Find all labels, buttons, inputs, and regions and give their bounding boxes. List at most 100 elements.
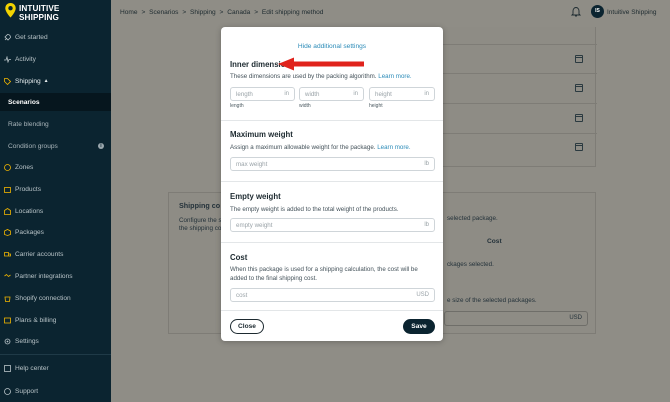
breadcrumb-scenarios[interactable]: Scenarios	[149, 9, 178, 16]
max-weight-input[interactable]: max weight lb	[230, 157, 435, 171]
empty-weight-unit: lb	[424, 222, 429, 228]
sidebar-item-rate-blending[interactable]: Rate blending	[0, 115, 111, 133]
sidebar-item-shopify-connection[interactable]: Shopify connection	[0, 289, 111, 307]
cost-unit: USD	[416, 292, 429, 298]
background-card-top	[439, 27, 597, 167]
brand-logo[interactable]: INTUITIVE SHIPPING	[5, 3, 105, 23]
sidebar-item-settings[interactable]: Settings	[0, 332, 111, 350]
annotation-arrow-icon	[278, 57, 364, 71]
width-input[interactable]: width in	[299, 87, 364, 101]
learn-more-link[interactable]: Learn more.	[377, 144, 410, 151]
close-button[interactable]: Close	[230, 319, 264, 334]
background-cost-header: Cost	[487, 238, 502, 245]
sidebar-item-packages[interactable]: Packages	[0, 223, 111, 241]
sidebar-item-scenarios[interactable]: Scenarios	[0, 93, 111, 111]
gear-icon	[4, 338, 11, 345]
breadcrumb-home[interactable]: Home	[120, 9, 138, 16]
empty-weight-title: Empty weight	[230, 192, 281, 201]
globe-icon	[4, 163, 11, 171]
background-cost-input[interactable]: USD	[444, 311, 588, 326]
section-divider	[221, 310, 443, 311]
calendar-icon[interactable]	[575, 114, 583, 122]
sidebar-item-label: Rate blending	[8, 120, 49, 128]
billing-icon	[4, 317, 11, 324]
breadcrumb-canada[interactable]: Canada	[227, 9, 250, 16]
save-button[interactable]: Save	[403, 319, 435, 334]
shopify-icon	[4, 295, 11, 302]
sidebar-item-label: Carrier accounts	[15, 250, 64, 258]
sidebar-item-plans-billing[interactable]: Plans & billing	[0, 311, 111, 329]
empty-weight-description: The empty weight is added to the total w…	[230, 206, 399, 213]
account-name[interactable]: Intuitive Shipping	[607, 9, 657, 16]
calendar-icon[interactable]	[575, 55, 583, 63]
bell-icon[interactable]	[570, 6, 582, 17]
sidebar-item-label: Shopify connection	[15, 294, 71, 302]
sidebar-item-label: Locations	[15, 207, 44, 215]
sidebar-item-label: Plans & billing	[15, 316, 57, 324]
breadcrumb-separator: >	[254, 9, 259, 16]
location-pin-icon	[5, 3, 16, 18]
sidebar-item-condition-groups[interactable]: Condition groups i	[0, 137, 111, 155]
sidebar-item-label: Condition groups	[8, 142, 58, 150]
width-unit: in	[353, 91, 358, 97]
sidebar-item-partner-integrations[interactable]: Partner integrations	[0, 267, 111, 285]
length-label: length	[230, 103, 244, 109]
length-unit: in	[284, 91, 289, 97]
sidebar-item-products[interactable]: Products	[0, 180, 111, 198]
background-text: e size of the selected packages.	[447, 297, 537, 304]
sidebar-item-shipping[interactable]: Shipping ▲	[0, 72, 111, 90]
background-desc-line-1: Configure the s	[179, 217, 222, 224]
breadcrumb-shipping[interactable]: Shipping	[190, 9, 216, 16]
sidebar-item-locations[interactable]: Locations	[0, 202, 111, 220]
width-label: width	[299, 103, 311, 109]
sidebar-item-help-center[interactable]: Help center	[0, 359, 111, 377]
sidebar-item-zones[interactable]: Zones	[0, 158, 111, 176]
info-icon[interactable]: i	[98, 143, 104, 149]
sidebar-item-label: Zones	[15, 163, 34, 171]
sidebar-item-label: Partner integrations	[15, 272, 73, 280]
package-settings-modal: Hide additional settings Inner dimension…	[221, 27, 443, 341]
maximum-weight-title: Maximum weight	[230, 130, 293, 139]
calendar-icon[interactable]	[575, 143, 583, 151]
background-text: ckages selected.	[447, 261, 494, 268]
empty-weight-input[interactable]: empty weight lb	[230, 218, 435, 232]
max-weight-placeholder: max weight	[236, 161, 268, 168]
sidebar-item-label: Help center	[15, 364, 49, 372]
cost-placeholder: cost	[236, 292, 248, 299]
support-icon	[4, 387, 11, 395]
hide-additional-settings-link[interactable]: Hide additional settings	[221, 43, 443, 50]
sidebar-item-activity[interactable]: Activity	[0, 50, 111, 68]
sidebar-item-label: Activity	[15, 55, 36, 63]
avatar[interactable]: IS	[591, 5, 604, 18]
sidebar-divider	[0, 354, 111, 355]
background-text: selected package.	[447, 215, 498, 222]
cost-description-line-2: added to the final shipping cost.	[230, 275, 318, 282]
rocket-icon	[4, 33, 11, 41]
breadcrumb: Home > Scenarios > Shipping > Canada > E…	[120, 9, 323, 16]
length-input[interactable]: length in	[230, 87, 295, 101]
brand-name: INTUITIVE SHIPPING	[19, 4, 59, 22]
learn-more-link[interactable]: Learn more.	[378, 73, 411, 80]
activity-icon	[4, 54, 11, 63]
breadcrumb-current: Edit shipping method	[261, 9, 324, 16]
section-divider	[221, 242, 443, 243]
maximum-weight-description: Assign a maximum allowable weight for th…	[230, 143, 411, 152]
length-placeholder: length	[236, 91, 253, 98]
sidebar-item-support[interactable]: Support	[0, 382, 111, 400]
calendar-icon[interactable]	[575, 84, 583, 92]
sidebar-item-label: Support	[15, 387, 39, 395]
cost-input[interactable]: cost USD	[230, 288, 435, 302]
maximum-weight-desc-text: Assign a maximum allowable weight for th…	[230, 144, 376, 151]
package-icon	[4, 228, 11, 236]
box-icon	[4, 186, 11, 193]
section-divider	[221, 181, 443, 182]
handshake-icon	[4, 273, 11, 280]
sidebar-item-label: Products	[15, 185, 42, 193]
sidebar-item-label: Settings	[15, 337, 39, 345]
height-input[interactable]: height in	[369, 87, 435, 101]
inner-dimensions-desc-text: These dimensions are used by the packing…	[230, 73, 377, 80]
sidebar-item-carrier-accounts[interactable]: Carrier accounts	[0, 245, 111, 263]
tag-icon	[4, 77, 12, 85]
sidebar-item-get-started[interactable]: Get started	[0, 28, 111, 46]
sidebar: INTUITIVE SHIPPING Get started Activity …	[0, 0, 111, 402]
